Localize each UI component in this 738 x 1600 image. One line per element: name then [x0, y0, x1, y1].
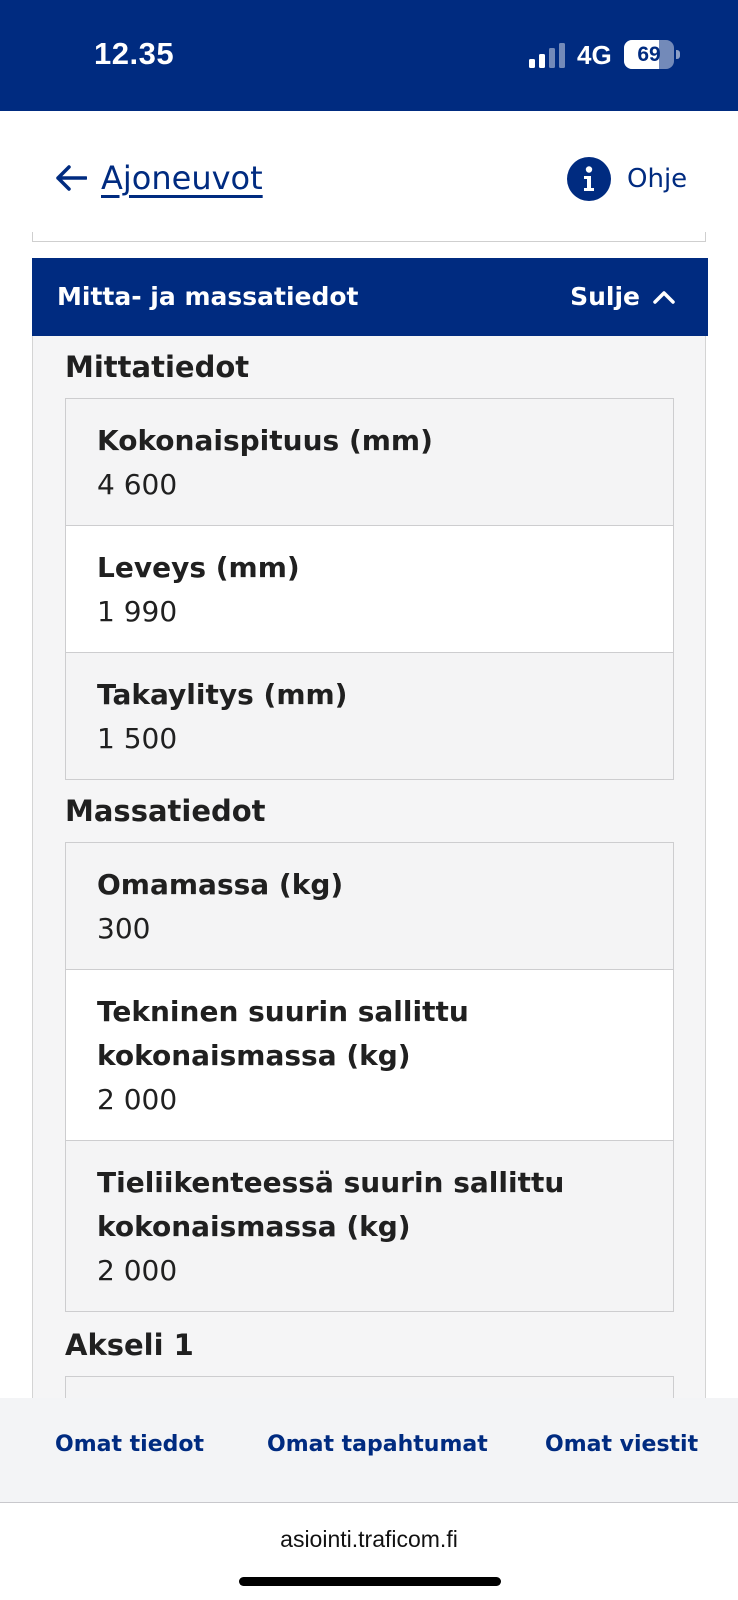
status-bar: 12.35 4G 69 [0, 0, 738, 111]
home-indicator[interactable] [239, 1577, 501, 1586]
field-value: 300 [97, 912, 151, 945]
dimensions-group-title: Mittatiedot [65, 350, 250, 384]
field-row: Tekninen suurin sallittu kokonaismassa (… [66, 970, 673, 1141]
battery-icon: 69 [624, 40, 680, 69]
dimensions-mass-section: Mitta- ja massatiedot Sulje Mittatiedot … [32, 258, 708, 1398]
field-row: Tieliikenteessä suurin sallittu kokonais… [66, 1141, 673, 1311]
field-value: 1 990 [97, 595, 178, 628]
battery-percent: 69 [637, 43, 661, 66]
browser-bar: asiointi.traficom.fi [0, 1503, 738, 1600]
field-label: Kokonaispituus (mm) [97, 424, 433, 457]
field-row: Kokonaispituus (mm) 4 600 [66, 399, 673, 526]
field-value: 4 600 [97, 468, 178, 501]
previous-card [32, 232, 706, 242]
app-header: Ajoneuvot Ohje [0, 111, 738, 232]
app-screen: 12.35 4G 69 Ajoneuvot Ohje Mitta- ja mas… [0, 0, 738, 1600]
chevron-up-icon [653, 290, 675, 304]
section-title: Mitta- ja massatiedot [57, 282, 359, 311]
nav-own-events[interactable]: Omat tapahtumat [267, 1432, 488, 1457]
section-header[interactable]: Mitta- ja massatiedot Sulje [32, 258, 708, 336]
mass-group-title: Massatiedot [65, 794, 266, 828]
field-label: Takaylitys (mm) [97, 678, 348, 711]
info-icon [567, 157, 611, 201]
field-label: Tieliikenteessä suurin sallittu kokonais… [97, 1166, 565, 1243]
field-row: Takaylitys (mm) 1 500 [66, 653, 673, 779]
nav-own-info[interactable]: Omat tiedot [55, 1432, 204, 1457]
bottom-nav: Omat tiedot Omat tapahtumat Omat viestit [0, 1398, 738, 1503]
signal-icon [529, 43, 565, 68]
field-label: Omamassa (kg) [97, 868, 344, 901]
url-text[interactable]: asiointi.traficom.fi [0, 1526, 738, 1553]
arrow-left-icon [56, 165, 87, 191]
axle-group-title: Akseli 1 [65, 1328, 194, 1362]
field-row: Omamassa (kg) 300 [66, 843, 673, 970]
mass-table: Omamassa (kg) 300 Tekninen suurin sallit… [65, 842, 674, 1312]
content-area[interactable]: Mitta- ja massatiedot Sulje Mittatiedot … [0, 232, 738, 1398]
dimensions-table: Kokonaispituus (mm) 4 600 Leveys (mm) 1 … [65, 398, 674, 780]
field-value: 1 500 [97, 722, 178, 755]
network-type: 4G [577, 40, 612, 70]
status-time: 12.35 [94, 36, 175, 71]
field-row: Leveys (mm) 1 990 [66, 526, 673, 653]
collapse-button[interactable]: Sulje [570, 282, 676, 311]
field-label: Tekninen suurin sallittu kokonaismassa (… [97, 995, 469, 1072]
back-link-label: Ajoneuvot [101, 159, 263, 197]
help-link[interactable]: Ohje [567, 156, 687, 202]
field-value: 2 000 [97, 1083, 178, 1116]
collapse-label: Sulje [570, 282, 640, 311]
field-value: 2 000 [97, 1254, 178, 1287]
field-label: Leveys (mm) [97, 551, 300, 584]
axle-table [65, 1376, 674, 1398]
nav-own-messages[interactable]: Omat viestit [545, 1432, 698, 1457]
help-link-label: Ohje [627, 164, 688, 194]
back-link[interactable]: Ajoneuvot [55, 155, 263, 201]
